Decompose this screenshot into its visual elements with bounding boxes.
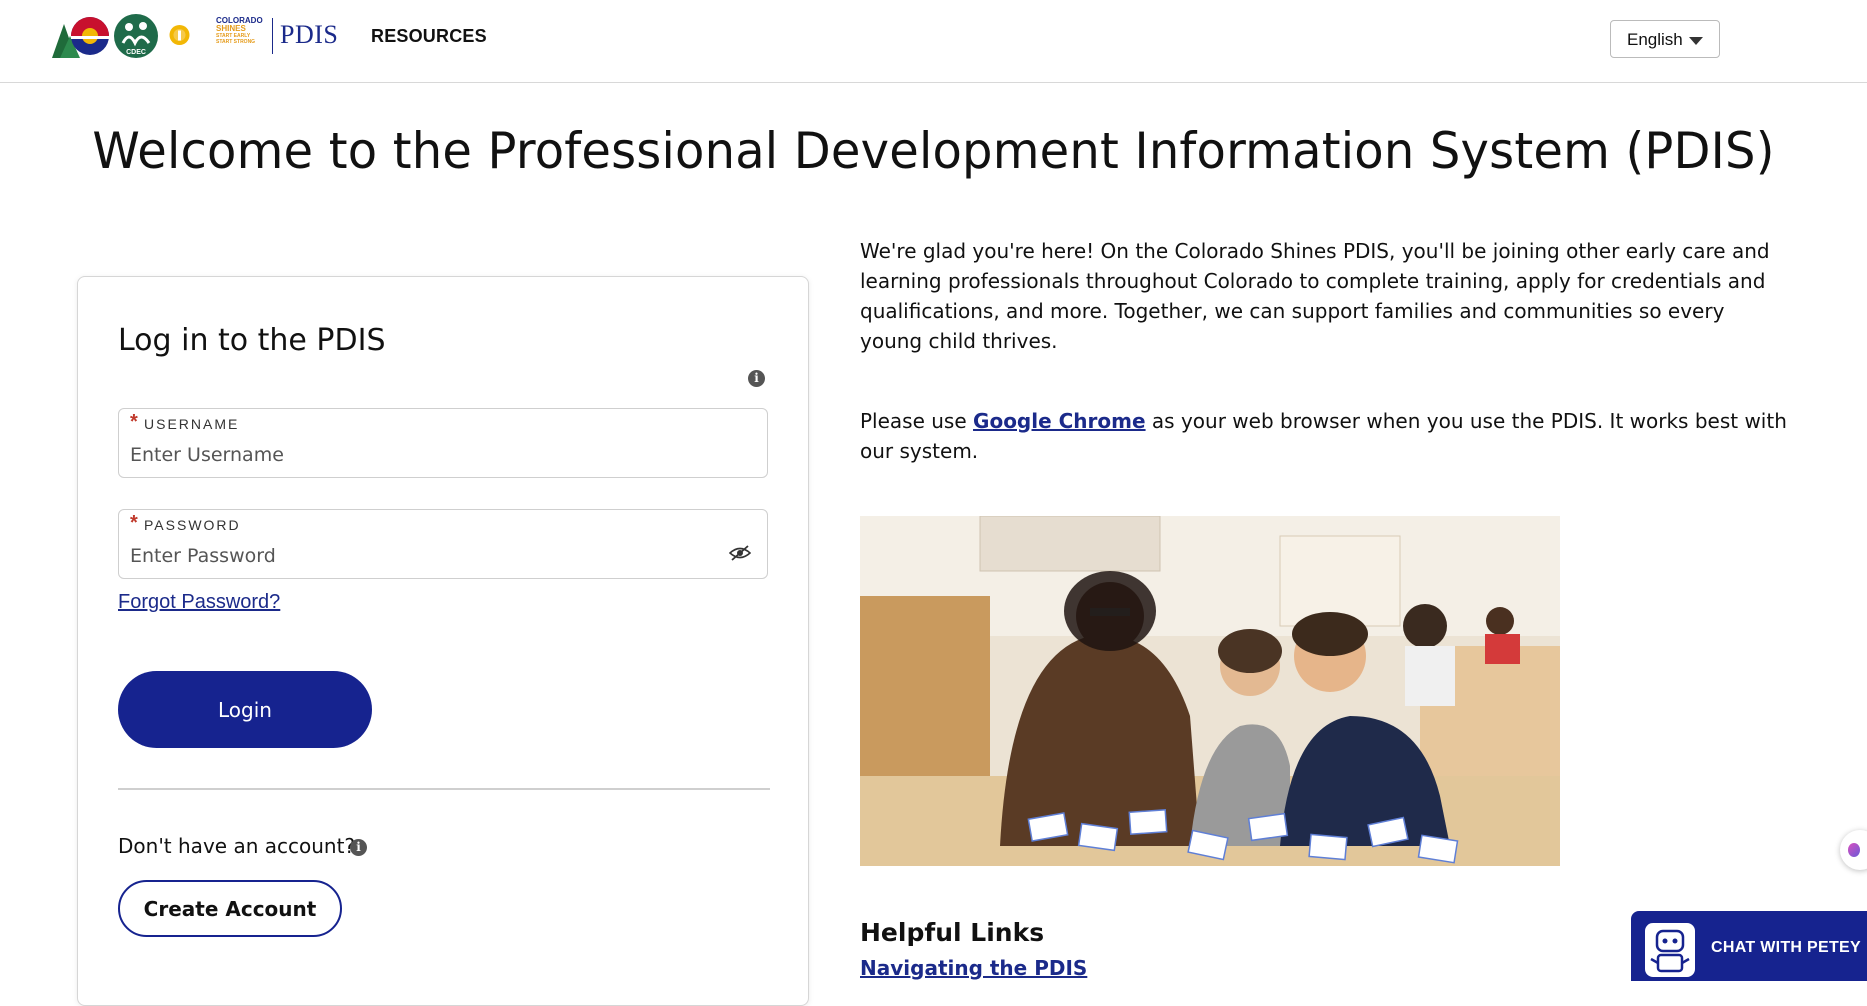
helpful-links-heading: Helpful Links (860, 918, 1045, 947)
logo-divider (272, 18, 273, 54)
login-title: Log in to the PDIS (118, 323, 386, 358)
colorado-shines-logo[interactable] (168, 12, 214, 58)
forgot-password-link[interactable]: Forgot Password? (118, 591, 280, 614)
nav-resources[interactable]: RESOURCES (371, 26, 487, 47)
info-icon[interactable]: i (350, 839, 367, 856)
divider (118, 788, 770, 790)
login-button[interactable]: Login (118, 671, 372, 748)
page-title: Welcome to the Professional Development … (92, 122, 1775, 180)
password-field[interactable]: * PASSWORD (118, 509, 768, 579)
svg-text:CDEC: CDEC (126, 49, 146, 56)
create-account-button[interactable]: Create Account (118, 880, 342, 937)
language-select-value: English (1627, 30, 1683, 49)
classroom-photo (860, 516, 1560, 866)
chat-label: CHAT WITH PETEY (1711, 939, 1861, 956)
language-select[interactable]: English (1610, 20, 1720, 58)
sparkle-icon (1848, 843, 1860, 857)
site-header: CDEC COLORADO SHINES START EARLY START S… (0, 0, 1867, 83)
browser-note: Please use Google Chrome as your web bro… (860, 406, 1790, 466)
colorado-shines-wordmark: COLORADO SHINES START EARLY START STRONG (216, 16, 263, 46)
chevron-down-icon (1689, 37, 1703, 45)
browser-note-before: Please use (860, 409, 974, 433)
assistant-bubble[interactable] (1840, 830, 1867, 870)
eye-slash-icon[interactable] (729, 544, 751, 562)
required-marker: * (130, 411, 138, 433)
username-input[interactable] (130, 441, 690, 469)
pdis-logo[interactable]: PDIS (280, 20, 338, 50)
robot-icon (1645, 923, 1695, 977)
chat-with-petey-button[interactable]: CHAT WITH PETEY (1631, 911, 1867, 981)
password-input[interactable] (130, 542, 690, 570)
username-field[interactable]: * USERNAME (118, 408, 768, 478)
required-marker: * (130, 512, 138, 534)
intro-paragraph: We're glad you're here! On the Colorado … (860, 239, 1770, 353)
google-chrome-link[interactable]: Google Chrome (973, 409, 1146, 433)
cdec-logo[interactable]: CDEC (113, 13, 159, 59)
info-icon[interactable]: i (748, 370, 765, 387)
navigating-pdis-link[interactable]: Navigating the PDIS (860, 956, 1087, 980)
login-card: Log in to the PDIS i * USERNAME * PASSWO… (77, 276, 809, 1006)
username-label: USERNAME (144, 416, 240, 432)
colorado-flag-logo[interactable] (52, 14, 110, 58)
no-account-text: Don't have an account? (118, 834, 356, 858)
password-label: PASSWORD (144, 517, 241, 533)
